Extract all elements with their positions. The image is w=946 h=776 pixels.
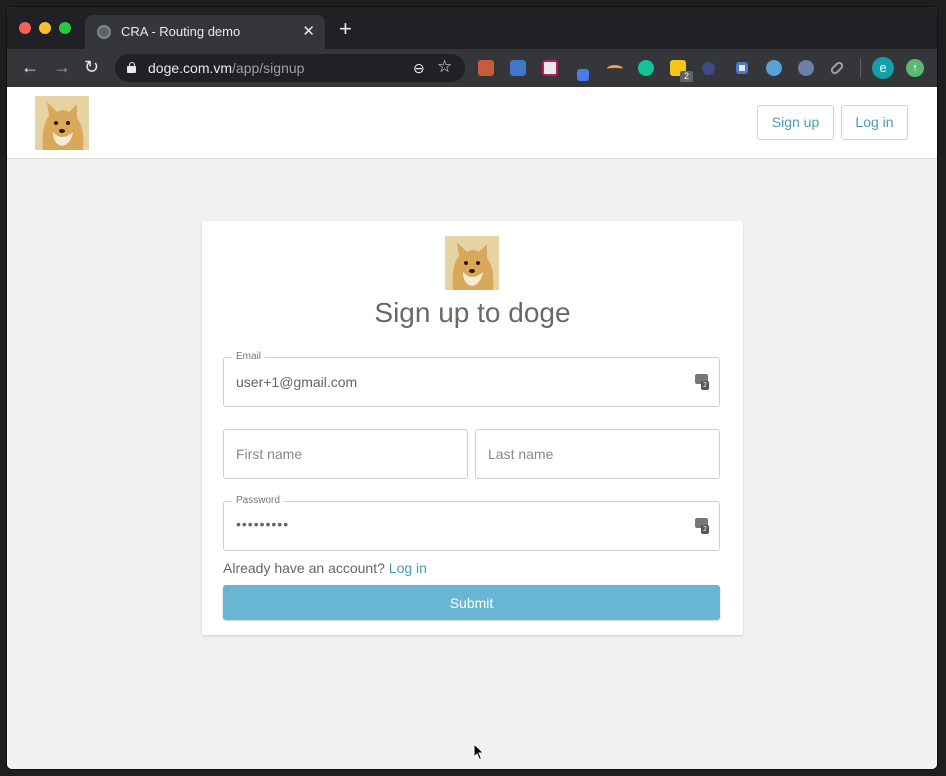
address-bar[interactable]: doge.com.vm/app/signup ⊖ ☆ <box>115 54 465 82</box>
extension-badge: 2 <box>680 71 693 82</box>
page-title: Sign up to doge <box>374 297 571 328</box>
maximize-window-button[interactable] <box>59 22 71 34</box>
reload-icon[interactable]: ↻ <box>84 58 99 76</box>
password-field[interactable]: Password ••••••••• 2 <box>223 495 720 551</box>
globe-icon <box>97 25 111 39</box>
link-icon[interactable] <box>829 60 845 76</box>
login-prompt-text: Already have an account? <box>223 560 385 576</box>
site-header: Sign up Log in <box>7 87 937 159</box>
close-tab-icon[interactable]: ✕ <box>302 22 315 40</box>
password-value[interactable]: ••••••••• <box>236 516 289 532</box>
last-name-field[interactable]: Last name <box>475 429 720 479</box>
update-arrow-icon[interactable]: ↑ <box>906 59 924 77</box>
zoom-icon[interactable]: ⊖ <box>413 60 425 77</box>
forward-arrow-icon[interactable]: → <box>53 58 71 76</box>
email-field[interactable]: Email user+1@gmail.com 2 <box>223 351 720 407</box>
doge-avatar <box>445 236 499 290</box>
last-name-placeholder[interactable]: Last name <box>488 446 553 462</box>
signup-card: Sign up to doge Email user+1@gmail.com 2… <box>202 221 743 635</box>
toolbar-divider <box>860 59 861 77</box>
ext-icon-2[interactable] <box>510 60 526 76</box>
page-content: Sign up Log in Sign up to doge Email use… <box>7 87 937 769</box>
submit-button[interactable]: Submit <box>223 585 720 620</box>
header-login-button[interactable]: Log in <box>841 105 908 140</box>
new-tab-button[interactable]: + <box>339 18 352 40</box>
back-arrow-icon[interactable]: ← <box>21 58 39 76</box>
close-window-button[interactable] <box>19 22 31 34</box>
email-value[interactable]: user+1@gmail.com <box>236 374 357 390</box>
login-prompt: Already have an account? Log in <box>223 560 427 576</box>
url-text[interactable]: doge.com.vm/app/signup <box>148 60 304 76</box>
profile-avatar[interactable]: e <box>872 57 894 79</box>
first-name-placeholder[interactable]: First name <box>236 446 302 462</box>
first-name-field[interactable]: First name <box>223 429 468 479</box>
ext-icon-8[interactable] <box>702 62 715 75</box>
doge-logo[interactable] <box>35 96 89 150</box>
ext-icon-11[interactable] <box>798 60 814 76</box>
lock-icon <box>127 62 136 73</box>
password-manager-icon[interactable]: 2 <box>695 518 709 534</box>
header-signup-button[interactable]: Sign up <box>757 105 834 140</box>
password-manager-icon[interactable]: 2 <box>695 374 709 390</box>
password-label: Password <box>232 495 284 506</box>
mouse-cursor-icon <box>473 743 485 761</box>
grammarly-icon[interactable] <box>638 60 654 76</box>
browser-tab[interactable]: CRA - Routing demo ✕ <box>85 15 325 49</box>
ext-icon-3[interactable] <box>542 60 558 76</box>
ext-icon-4[interactable] <box>577 69 589 81</box>
browser-window: CRA - Routing demo ✕ + ← → ↻ doge.com.vm… <box>6 6 938 770</box>
fps-icon[interactable] <box>766 60 782 76</box>
login-link[interactable]: Log in <box>389 560 427 576</box>
tab-bar: CRA - Routing demo ✕ + <box>7 7 937 49</box>
bookmark-star-icon[interactable]: ☆ <box>437 57 452 77</box>
ext-icon-5[interactable] <box>607 65 623 73</box>
browser-toolbar: ← → ↻ doge.com.vm/app/signup ⊖ ☆ 2 e ↑ <box>7 49 937 87</box>
minimize-window-button[interactable] <box>39 22 51 34</box>
ext-icon-1[interactable] <box>478 60 494 76</box>
email-label: Email <box>232 351 266 362</box>
ext-icon-9[interactable] <box>736 62 748 74</box>
tab-title: CRA - Routing demo <box>121 24 241 39</box>
